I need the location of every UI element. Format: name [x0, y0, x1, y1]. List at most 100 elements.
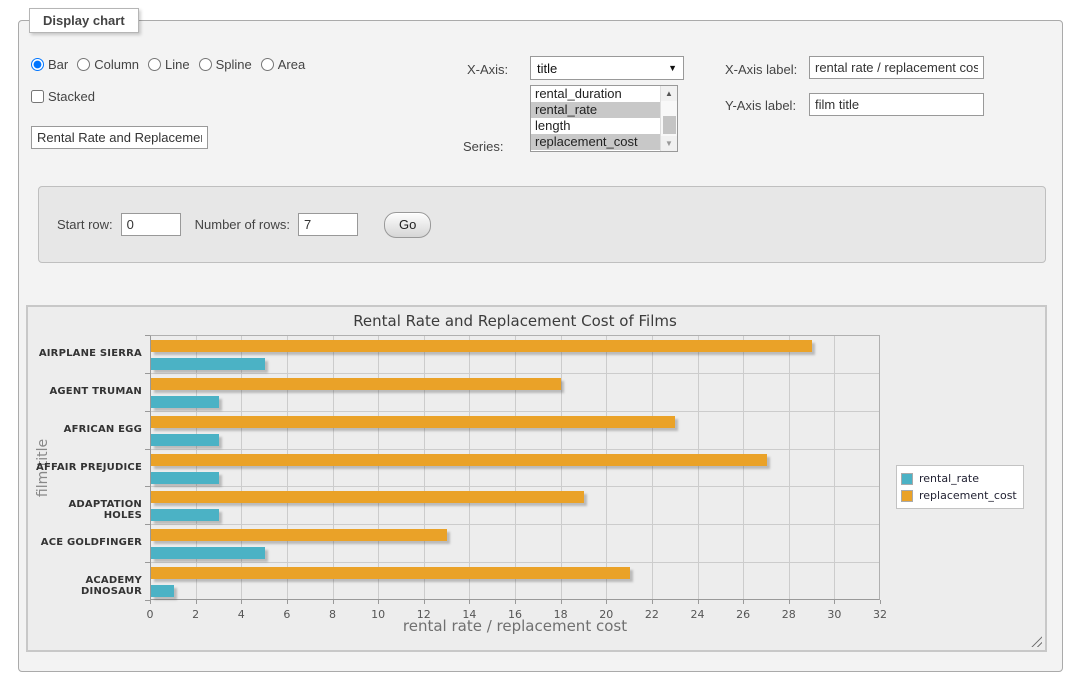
chart-type-radio-column[interactable]	[77, 58, 90, 71]
number-of-rows-label: Number of rows:	[195, 217, 290, 232]
y-axis-tick	[145, 524, 150, 525]
x-axis-tick	[424, 600, 425, 604]
x-axis-tick	[333, 600, 334, 604]
bar-rental_rate	[151, 472, 219, 484]
y-axis-tick	[145, 449, 150, 450]
x-axis-tick	[606, 600, 607, 604]
series-option-replacement_cost[interactable]: replacement_cost	[531, 134, 660, 150]
y-axis-label-caption: Y-Axis label:	[725, 98, 796, 113]
stacked-label: Stacked	[48, 89, 95, 104]
x-axis-tick	[515, 600, 516, 604]
chart-type-option-area[interactable]: Area	[261, 57, 305, 72]
x-axis-tick	[698, 600, 699, 604]
go-button[interactable]: Go	[384, 212, 431, 238]
chart-type-option-bar[interactable]: Bar	[31, 57, 68, 72]
x-tick-label: 6	[267, 608, 307, 621]
bar-replacement_cost	[151, 529, 447, 541]
legend-label: replacement_cost	[919, 489, 1017, 502]
legend-label: rental_rate	[919, 472, 979, 485]
chart-type-label: Column	[94, 57, 139, 72]
series-label: Series:	[463, 139, 503, 154]
bar-rental_rate	[151, 547, 265, 559]
chevron-down-icon: ▼	[668, 63, 677, 73]
x-tick-label: 14	[449, 608, 489, 621]
chart-type-option-line[interactable]: Line	[148, 57, 190, 72]
x-axis-tick	[196, 600, 197, 604]
bar-rental_rate	[151, 358, 265, 370]
x-axis-tick	[561, 600, 562, 604]
x-tick-label: 26	[723, 608, 763, 621]
chart-type-radio-area[interactable]	[261, 58, 274, 71]
y-axis-tick	[145, 562, 150, 563]
x-tick-label: 32	[860, 608, 900, 621]
y-axis-tick	[145, 486, 150, 487]
scrollbar-thumb[interactable]	[663, 116, 676, 134]
series-scrollbar[interactable]: ▲ ▼	[660, 86, 677, 151]
y-tick-label: AFFAIR PREJUDICE	[28, 462, 142, 473]
x-tick-label: 10	[358, 608, 398, 621]
x-tick-label: 0	[130, 608, 170, 621]
start-row-label: Start row:	[57, 217, 113, 232]
series-option-rental_duration[interactable]: rental_duration	[531, 86, 660, 102]
x-tick-label: 24	[678, 608, 718, 621]
x-tick-label: 8	[313, 608, 353, 621]
y-axis-label-input[interactable]	[809, 93, 984, 116]
chart-container: Rental Rate and Replacement Cost of Film…	[26, 305, 1047, 652]
bar-rental_rate	[151, 509, 219, 521]
x-axis-tick	[789, 600, 790, 604]
y-tick-label: AGENT TRUMAN	[28, 386, 142, 397]
chart-title-input[interactable]	[31, 126, 208, 149]
series-listbox[interactable]: rental_durationrental_ratelengthreplacem…	[530, 85, 678, 152]
series-options: rental_durationrental_ratelengthreplacem…	[531, 86, 660, 151]
x-tick-label: 18	[541, 608, 581, 621]
x-axis-tick	[241, 600, 242, 604]
chart-type-label: Line	[165, 57, 190, 72]
x-axis-tick	[378, 600, 379, 604]
x-axis-tick	[743, 600, 744, 604]
scroll-down-icon[interactable]: ▼	[661, 136, 677, 151]
x-tick-label: 2	[176, 608, 216, 621]
number-of-rows-input[interactable]	[298, 213, 358, 236]
x-tick-label: 12	[404, 608, 444, 621]
x-axis-select[interactable]: title ▼	[530, 56, 684, 80]
bar-rental_rate	[151, 396, 219, 408]
bar-replacement_cost	[151, 416, 675, 428]
bar-rental_rate	[151, 585, 174, 597]
plot-area	[150, 335, 880, 600]
start-row-input[interactable]	[121, 213, 181, 236]
x-axis-tick	[834, 600, 835, 604]
x-axis-tick	[880, 600, 881, 604]
y-axis-tick	[145, 335, 150, 336]
legend-swatch-rental_rate	[901, 473, 913, 485]
chart-type-label: Spline	[216, 57, 252, 72]
chart-title: Rental Rate and Replacement Cost of Film…	[150, 312, 880, 330]
series-option-rental_rate[interactable]: rental_rate	[531, 102, 660, 118]
stacked-option[interactable]: Stacked	[31, 89, 95, 104]
chart-type-radio-bar[interactable]	[31, 58, 44, 71]
chart-type-radio-group: Bar Column Line Spline Area	[31, 57, 305, 72]
bar-replacement_cost	[151, 567, 630, 579]
bar-replacement_cost	[151, 340, 812, 352]
bar-replacement_cost	[151, 491, 584, 503]
chart-type-radio-spline[interactable]	[199, 58, 212, 71]
chart-type-option-spline[interactable]: Spline	[199, 57, 252, 72]
chart-type-radio-line[interactable]	[148, 58, 161, 71]
legend-swatch-replacement_cost	[901, 490, 913, 502]
y-tick-label: ADAPTATION HOLES	[28, 499, 142, 521]
x-axis-tick	[287, 600, 288, 604]
x-axis-label-caption: X-Axis label:	[725, 62, 797, 77]
chart-type-label: Area	[278, 57, 305, 72]
x-axis-select-label: X-Axis:	[467, 62, 508, 77]
resize-handle-icon[interactable]	[1031, 636, 1042, 647]
chart-type-option-column[interactable]: Column	[77, 57, 139, 72]
x-tick-label: 28	[769, 608, 809, 621]
x-axis-label-input[interactable]	[809, 56, 984, 79]
fieldset-legend: Display chart	[29, 8, 139, 33]
bar-rental_rate	[151, 434, 219, 446]
scroll-up-icon[interactable]: ▲	[661, 86, 677, 101]
stacked-checkbox[interactable]	[31, 90, 44, 103]
series-option-length[interactable]: length	[531, 118, 660, 134]
x-axis-tick	[150, 600, 151, 604]
y-axis-tick	[145, 373, 150, 374]
x-tick-label: 4	[221, 608, 261, 621]
